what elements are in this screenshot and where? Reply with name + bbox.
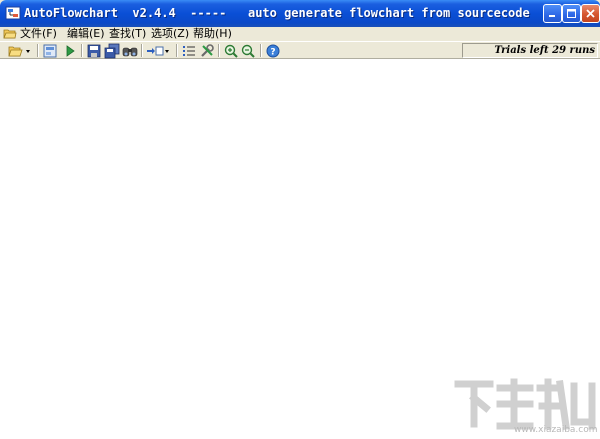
save-icon bbox=[87, 44, 101, 58]
svg-text:?: ? bbox=[270, 48, 275, 58]
minimize-icon bbox=[549, 15, 555, 17]
window-title: AutoFlowchart v2.4.4 ----- auto generate… bbox=[24, 6, 530, 20]
save-all-button[interactable] bbox=[104, 43, 120, 59]
app-icon bbox=[5, 6, 21, 20]
toolbar: ? Trials left 29 runs bbox=[0, 41, 600, 59]
folder-icon bbox=[3, 29, 17, 39]
trial-status: Trials left 29 runs bbox=[462, 43, 598, 58]
open-button[interactable] bbox=[8, 43, 32, 59]
run-button[interactable] bbox=[62, 43, 78, 59]
tools-icon bbox=[201, 44, 214, 57]
menu-options[interactable]: 选项(Z) bbox=[151, 27, 189, 41]
open-folder-icon bbox=[8, 46, 30, 57]
toolbar-separator bbox=[37, 44, 39, 57]
menu-help[interactable]: 帮助(H) bbox=[193, 27, 232, 41]
generate-chart-button[interactable] bbox=[42, 43, 58, 59]
toolbar-separator bbox=[176, 44, 178, 57]
app-window: AutoFlowchart v2.4.4 ----- auto generate… bbox=[0, 0, 600, 439]
maximize-button[interactable] bbox=[562, 4, 581, 23]
zoom-out-icon bbox=[241, 44, 255, 58]
zoom-in-button[interactable] bbox=[223, 43, 239, 59]
title-bar[interactable]: AutoFlowchart v2.4.4 ----- auto generate… bbox=[0, 0, 600, 27]
close-button[interactable] bbox=[581, 4, 600, 23]
toolbar-separator bbox=[81, 44, 83, 57]
insert-button[interactable] bbox=[146, 43, 172, 59]
tools-button[interactable] bbox=[199, 43, 215, 59]
zoom-out-button[interactable] bbox=[240, 43, 256, 59]
close-icon bbox=[586, 9, 595, 18]
menu-find[interactable]: 查找(T) bbox=[109, 27, 146, 41]
save-button[interactable] bbox=[86, 43, 102, 59]
list-icon bbox=[183, 46, 195, 56]
zoom-in-icon bbox=[224, 44, 238, 58]
menu-bar: 文件(F) 编辑(E) 查找(T) 选项(Z) 帮助(H) bbox=[0, 27, 600, 41]
run-icon bbox=[66, 45, 75, 57]
menu-edit[interactable]: 编辑(E) bbox=[67, 27, 105, 41]
menu-file[interactable]: 文件(F) bbox=[20, 27, 57, 41]
toolbar-separator bbox=[218, 44, 220, 57]
toolbar-separator bbox=[260, 44, 262, 57]
save-all-icon bbox=[104, 43, 120, 59]
help-button[interactable]: ? bbox=[265, 43, 281, 59]
list-button[interactable] bbox=[181, 43, 197, 59]
find-button[interactable] bbox=[122, 43, 138, 59]
help-icon: ? bbox=[266, 44, 280, 58]
toolbar-separator bbox=[141, 44, 143, 57]
watermark-url: www.xiazaiba.com bbox=[514, 425, 598, 435]
maximize-icon bbox=[567, 9, 576, 18]
insert-icon bbox=[147, 46, 169, 56]
generate-chart-icon bbox=[43, 44, 57, 58]
find-icon bbox=[122, 47, 138, 57]
minimize-button[interactable] bbox=[543, 4, 562, 23]
